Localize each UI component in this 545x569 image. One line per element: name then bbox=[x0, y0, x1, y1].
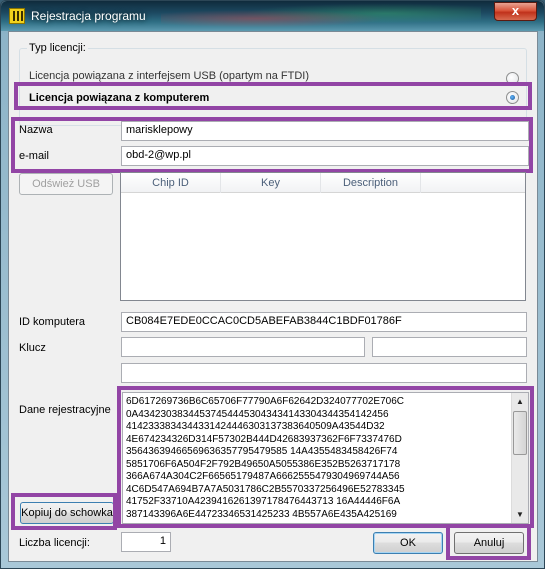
name-label: Nazwa bbox=[19, 124, 53, 136]
table-header: Chip ID Key Description bbox=[121, 173, 525, 193]
license-count-label: Liczba licencji: bbox=[19, 537, 90, 549]
registration-label: Dane rejestracyjne bbox=[19, 404, 111, 416]
app-icon bbox=[9, 8, 25, 24]
registration-line: 4142333834344331424446303137383640509A43… bbox=[126, 421, 385, 432]
key-field-2[interactable] bbox=[372, 337, 527, 357]
registration-line: 5851706F6A504F2F792B49650A5055386E352B52… bbox=[126, 458, 401, 470]
scroll-up-icon[interactable]: ▲ bbox=[512, 393, 528, 410]
copy-to-clipboard-button[interactable]: Kopiuj do schowka bbox=[20, 502, 114, 524]
registration-line: 4E674234326D314F57302B444D42683937362F6F… bbox=[126, 433, 402, 445]
registration-data-textarea[interactable]: 6D617269736B6C65706F77790A6F62642D324077… bbox=[122, 392, 529, 524]
registration-line: 387143396A6E44723346531425233 4B557A6E43… bbox=[126, 508, 397, 520]
email-field[interactable]: obd-2@wp.pl bbox=[121, 146, 529, 166]
license-computer-label[interactable]: Licencja powiązana z komputerem bbox=[29, 92, 209, 104]
column-description[interactable]: Description bbox=[321, 173, 421, 193]
refresh-usb-button[interactable]: Odśwież USB bbox=[19, 173, 113, 195]
scroll-down-icon[interactable]: ▼ bbox=[512, 506, 528, 523]
name-field[interactable]: marisklepowy bbox=[121, 121, 529, 141]
computer-id-label: ID komputera bbox=[19, 316, 86, 328]
key-field-3[interactable] bbox=[121, 363, 527, 383]
registration-line: 35643639466569636357795479585 14A4355483… bbox=[126, 446, 398, 457]
dialog-content: Typ licencji: Licencja powiązana z inter… bbox=[8, 31, 538, 562]
registration-line: 41752F33710A4239416261397178476443713 16… bbox=[126, 496, 401, 507]
license-computer-radio[interactable] bbox=[506, 91, 519, 104]
key-field-1[interactable] bbox=[121, 337, 365, 357]
email-label: e-mail bbox=[19, 150, 49, 162]
cancel-button[interactable]: Anuluj bbox=[454, 532, 524, 554]
computer-id-field[interactable]: CB084E7EDE0CCAC0CD5ABEFAB3844C1BDF01786F bbox=[121, 312, 527, 332]
dialog-window: Rejestracja programu x Typ licencji: Lic… bbox=[0, 0, 545, 569]
column-key[interactable]: Key bbox=[221, 173, 321, 193]
license-type-title: Typ licencji: bbox=[27, 42, 88, 54]
ok-button[interactable]: OK bbox=[373, 532, 443, 554]
license-count-field[interactable]: 1 bbox=[121, 532, 171, 552]
close-button[interactable]: x bbox=[494, 2, 537, 21]
license-usb-radio[interactable] bbox=[506, 72, 519, 85]
scroll-thumb[interactable] bbox=[513, 411, 527, 455]
registration-line: 0A43423038344537454445304343414330434435… bbox=[126, 408, 389, 420]
registration-lines: 6D617269736B6C65706F77790A6F62642D324077… bbox=[126, 396, 508, 521]
title-bar[interactable]: Rejestracja programu x bbox=[1, 1, 544, 31]
registration-line: 6D617269736B6C65706F77790A6F62642D324077… bbox=[126, 396, 405, 407]
registration-line: 366A674A304C2F66565179487A66625554793049… bbox=[126, 471, 400, 482]
license-usb-label[interactable]: Licencja powiązana z interfejsem USB (op… bbox=[29, 70, 309, 82]
usb-devices-table[interactable]: Chip ID Key Description bbox=[120, 172, 526, 301]
registration-scrollbar[interactable]: ▲ ▼ bbox=[511, 393, 528, 523]
license-type-group bbox=[19, 48, 527, 126]
column-chip-id[interactable]: Chip ID bbox=[121, 173, 221, 193]
key-label: Klucz bbox=[19, 342, 46, 354]
registration-line: 4C6D547A694B7A7A5031786C2B5570337256496E… bbox=[126, 483, 405, 495]
window-title: Rejestracja programu bbox=[31, 9, 146, 23]
